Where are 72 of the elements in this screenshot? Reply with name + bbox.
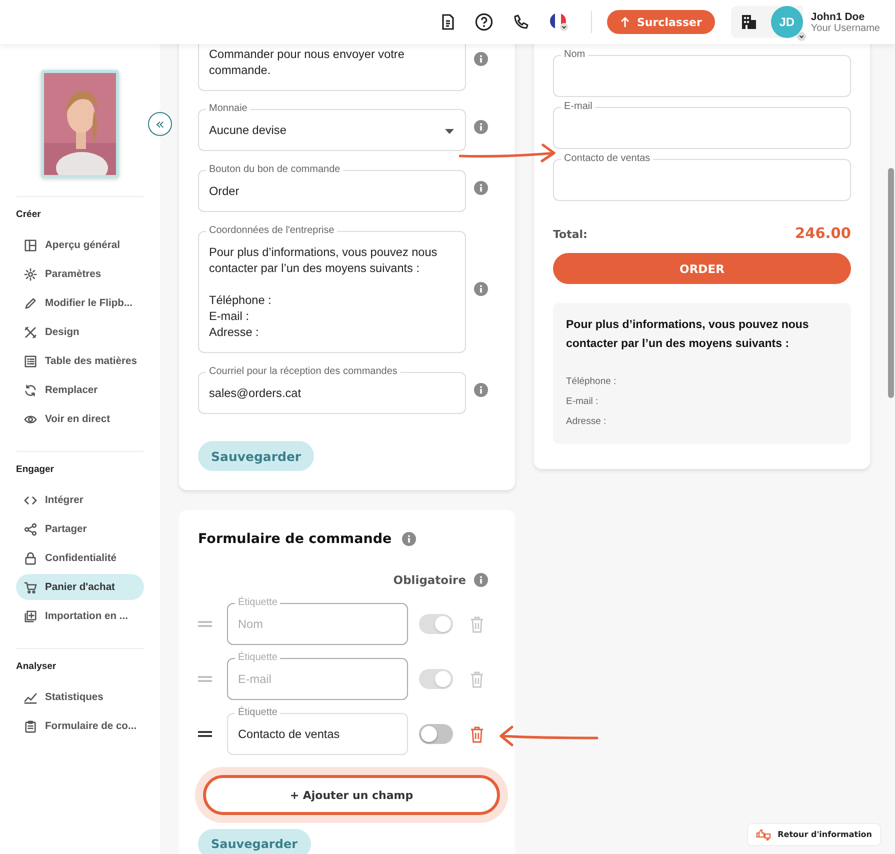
field-label: Courriel pour la réception des commandes [206, 365, 400, 379]
sidebar-item[interactable]: Design [16, 319, 144, 345]
feedback-button[interactable]: Retour d'information [746, 823, 881, 846]
column-heading: Obligatoire [393, 573, 466, 587]
dropdown-arrow-icon [445, 129, 454, 134]
sidebar-item[interactable]: Intégrer [16, 487, 144, 513]
info-heading: Pour plus d’informations, vous pouvez nous contacter par l’un des moyens suivants : [566, 318, 810, 352]
section-heading: Formulaire de commande [198, 530, 392, 548]
field-label: Étiquette [235, 596, 280, 610]
info-icon[interactable] [474, 120, 488, 134]
sidebar-item[interactable]: Modifier le Flipb... [16, 290, 144, 316]
info-icon[interactable] [474, 52, 488, 66]
save-button[interactable]: Sauvegarder [198, 829, 310, 854]
sidebar-item[interactable]: Partager [16, 516, 144, 542]
info-icon[interactable] [402, 532, 416, 546]
total-label: Total: [553, 228, 588, 240]
drag-handle-icon[interactable] [198, 676, 212, 682]
gear-icon [24, 268, 37, 280]
document-icon[interactable] [441, 14, 455, 30]
sidebar-item[interactable]: Confidentialité [16, 545, 144, 571]
text-area[interactable]: Commander pour nous envoyer votre commande. [198, 44, 466, 91]
user-username: Your Username [810, 22, 880, 34]
phone-icon[interactable] [513, 14, 529, 30]
thumbs-icon [756, 828, 772, 840]
help-icon[interactable] [475, 13, 493, 31]
chart-icon [24, 690, 37, 704]
field-label: Étiquette [235, 706, 280, 720]
sidebar-item[interactable]: Remplacer [16, 377, 144, 403]
sidebar-item[interactable]: Voir en direct [16, 406, 144, 432]
sidebar-item[interactable]: Aperçu général [16, 232, 144, 258]
lock-icon [24, 552, 37, 564]
field-label: Étiquette [235, 651, 280, 665]
info-line: Téléphone : [566, 375, 618, 389]
add-copy-icon [24, 610, 37, 622]
sidebar-item[interactable]: Panier d'achat [16, 574, 144, 600]
info-icon[interactable] [474, 180, 488, 194]
eye-icon [24, 412, 37, 426]
info-icon[interactable] [474, 573, 488, 587]
sidebar-item[interactable]: Importation en ... [16, 603, 144, 629]
flag-icon[interactable] [549, 12, 569, 32]
section-title: Créer [16, 208, 42, 222]
crossed-tools-icon [24, 326, 37, 338]
info-line: E-mail : [566, 395, 600, 409]
required-toggle[interactable] [419, 724, 453, 744]
info-line: Adresse : [566, 415, 608, 429]
code-icon [24, 494, 37, 506]
share-icon [24, 522, 37, 536]
section-title: Engager [16, 463, 56, 477]
sidebar-item[interactable]: Table des matières [16, 348, 144, 374]
sidebar-item[interactable]: Formulaire de co... [16, 713, 144, 739]
collapse-button[interactable]: « [148, 112, 172, 136]
sidebar-item[interactable]: Paramètres [16, 261, 144, 287]
layout-icon [24, 238, 37, 252]
list-icon [24, 354, 37, 368]
user-name: John1 Doe [810, 10, 866, 22]
cart-icon [24, 580, 37, 594]
drag-handle-icon[interactable] [198, 731, 212, 737]
scrollbar-thumb[interactable] [888, 168, 894, 398]
arrow-up-icon [620, 16, 630, 28]
section-title: Analyser [16, 660, 58, 674]
save-button[interactable]: Sauvegarder [198, 441, 314, 471]
trash-icon[interactable] [470, 726, 484, 742]
field-label: Coordonnées de l'entreprise [206, 224, 338, 238]
info-icon[interactable] [474, 282, 488, 296]
refresh-icon [24, 384, 37, 396]
total-amount: 246.00 [795, 226, 851, 242]
info-icon[interactable] [474, 382, 488, 396]
pencil-icon [24, 296, 37, 310]
building-icon[interactable] [740, 14, 757, 30]
drag-handle-icon[interactable] [198, 621, 212, 627]
clipboard-icon [24, 720, 37, 732]
sidebar-item[interactable]: Statistiques [16, 684, 144, 710]
